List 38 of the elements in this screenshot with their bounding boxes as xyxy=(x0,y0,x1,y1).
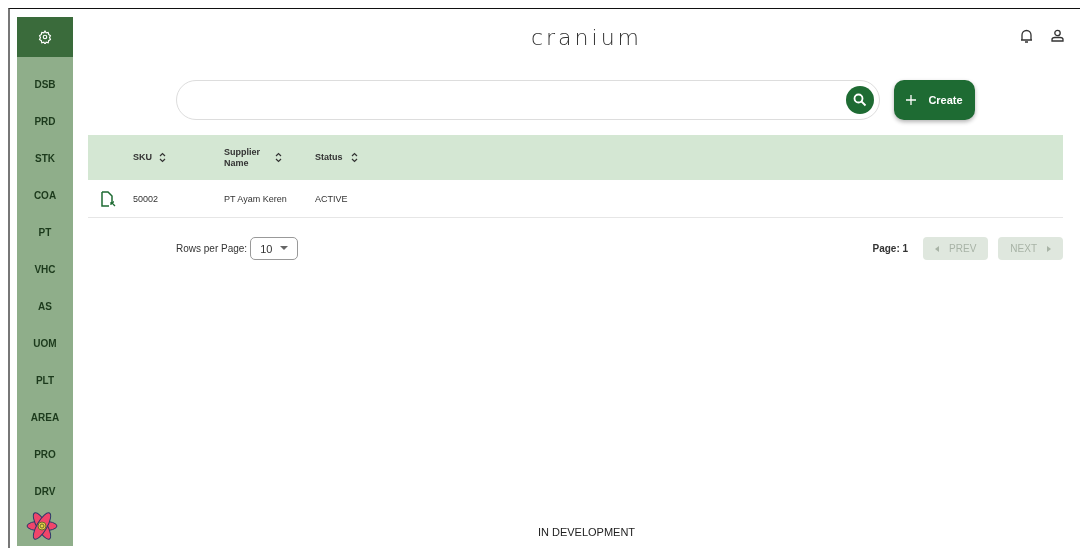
footer-text: IN DEVELOPMENT xyxy=(536,526,637,540)
sidebar-item[interactable]: STK xyxy=(17,140,73,177)
dropdown-caret-icon xyxy=(280,246,289,251)
sidebar-item[interactable]: DRV xyxy=(17,473,73,510)
rows-per-page-label: Rows per Page: xyxy=(176,243,248,254)
sidebar-item[interactable]: PLT xyxy=(17,362,73,399)
sidebar-item[interactable]: AS xyxy=(17,288,73,325)
sort-icon[interactable] xyxy=(351,152,358,163)
table-cell-text: PT Ayam Keren xyxy=(224,193,288,204)
search-button[interactable] xyxy=(846,86,874,114)
sidebar-item[interactable]: COA xyxy=(17,177,73,214)
brand-logo: cranium xyxy=(529,24,643,50)
notification-bell-icon[interactable] xyxy=(1020,29,1033,43)
settings-icon[interactable] xyxy=(38,30,52,44)
table-cell-text: 50002 xyxy=(133,193,160,204)
search-icon xyxy=(853,93,867,107)
column-header: Supplier Name xyxy=(224,146,261,169)
sidebar-item[interactable]: VHC xyxy=(17,251,73,288)
user-icon[interactable] xyxy=(1051,29,1064,43)
table-cell-text: ACTIVE xyxy=(315,193,349,204)
column-header: SKU xyxy=(133,152,153,163)
flower-logo-icon xyxy=(26,511,58,541)
right-caret-icon xyxy=(1047,245,1051,252)
sidebar-item[interactable]: PT xyxy=(17,214,73,251)
sidebar-item[interactable]: DSB xyxy=(17,66,73,103)
rows-per-page-select[interactable]: 10 xyxy=(250,237,299,260)
sort-icon[interactable] xyxy=(159,152,166,163)
sidebar-item[interactable]: AREA xyxy=(17,399,73,436)
page-indicator: Page: 1 xyxy=(872,243,909,254)
plus-icon xyxy=(906,95,917,105)
sort-icon[interactable] xyxy=(275,152,282,163)
sidebar-item[interactable]: PRO xyxy=(17,436,73,473)
sidebar-item[interactable]: UOM xyxy=(17,325,73,362)
column-header: Status xyxy=(315,152,344,163)
create-button[interactable]: Create xyxy=(894,80,975,120)
sidebar-item[interactable]: PRD xyxy=(17,103,73,140)
left-caret-icon xyxy=(935,245,940,252)
document-icon[interactable] xyxy=(100,190,116,207)
